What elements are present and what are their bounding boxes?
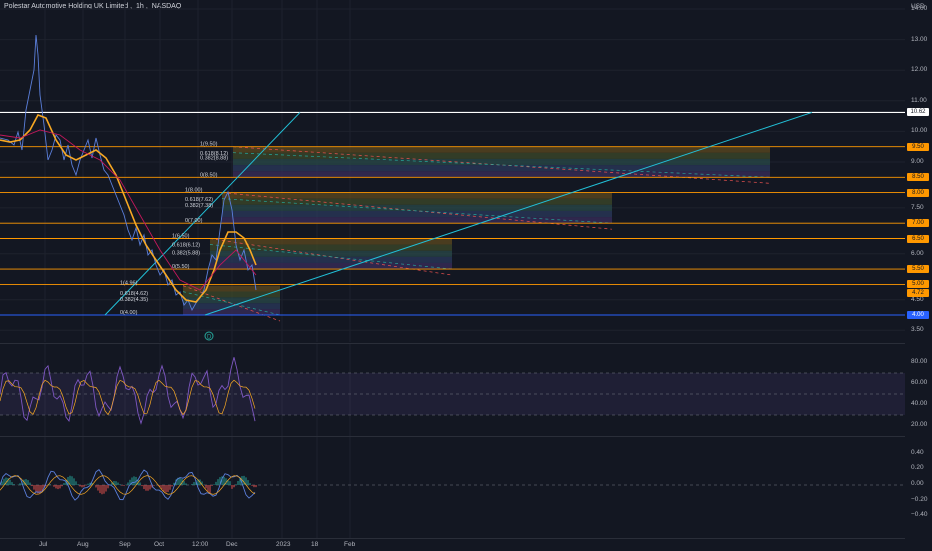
fib-label: 0.618(7.62) [185, 197, 213, 203]
price-level-tag: 8.00 [907, 188, 929, 197]
price-axis-label: 3.50 [911, 326, 924, 334]
rsi-axis-label: 80.00 [911, 357, 928, 365]
price-axis-label: 13.00 [911, 35, 928, 43]
fib-label: 0(5.50) [172, 264, 190, 270]
price-axis-label: 9.00 [911, 158, 924, 165]
fib-band [233, 158, 770, 166]
fib-label: 0(8.50) [200, 172, 218, 178]
rsi-chart[interactable] [0, 344, 905, 436]
price-level-tag: 8.50 [907, 173, 929, 182]
time-axis-label: Feb [344, 541, 356, 548]
fib-label: 1(4.96) [120, 281, 138, 287]
fib-band [222, 217, 612, 224]
price-chart[interactable]: 1(9.50)0.618(8.12)0.382(8.88)0(8.50)1(8.… [0, 0, 905, 342]
price-level-tag: 9.50 [907, 142, 929, 151]
time-axis-label: Aug [77, 541, 89, 548]
rsi-axis[interactable]: 80.00 60.00 40.00 20.00 [905, 343, 932, 435]
oscillator-pane[interactable] [0, 436, 905, 538]
event-marker-label: D [207, 335, 212, 341]
oscillator-axis-label: 0.00 [911, 480, 924, 487]
price-axis[interactable]: USD 14.0013.0012.0011.0010.009.008.007.5… [905, 0, 932, 342]
oscillator-axis-label: −0.20 [911, 495, 928, 503]
fib-label: 0.382(8.88) [200, 155, 228, 161]
fib-label: 0.382(5.88) [172, 250, 200, 256]
fib-band [222, 198, 612, 205]
fib-band [210, 244, 452, 251]
rsi-axis-label: 40.00 [911, 399, 928, 407]
time-axis-label: 2023 [276, 541, 291, 548]
event-marker: D [204, 331, 214, 341]
fib-label: 1(6.50) [172, 234, 190, 240]
fib-label: 0.382(4.35) [120, 297, 148, 303]
fib-band [210, 262, 452, 270]
oscillator-axis-label: 0.40 [911, 448, 924, 456]
time-axis-label: 12:00 [192, 541, 209, 548]
price-level-tag: 4.72 [907, 288, 929, 297]
moving-average [0, 114, 257, 303]
price-pane[interactable]: 1(9.50) 0.618(8.12) 0.382(8.88) 0(8.50) 1(8.… [0, 0, 905, 342]
rsi-pane[interactable] [0, 343, 905, 436]
price-level-tag: 7.00 [907, 219, 929, 228]
fib-band [210, 250, 452, 257]
price-level-tag: 5.00 [907, 280, 929, 289]
fib-label: 0(4.00) [120, 310, 138, 316]
price-axis-label: 11.00 [911, 96, 927, 104]
price-axis-label: 6.00 [911, 249, 924, 257]
time-axis-label: Jul [39, 541, 48, 548]
fib-label: 0.382(7.38) [185, 203, 213, 209]
price-level-tag: 4.00 [907, 311, 929, 319]
fib-band [233, 165, 770, 172]
price-axis-label: 7.50 [911, 203, 924, 211]
price-axis-label: 10.00 [911, 127, 928, 135]
rsi-axis-label: 20.00 [911, 420, 928, 428]
fib-label: 1(9.50) [200, 142, 218, 148]
price-level-tag: 6.50 [907, 234, 929, 243]
rsi-axis-label: 60.00 [911, 378, 928, 386]
time-axis-label: Dec [226, 541, 238, 548]
oscillator-axis-label: −0.40 [911, 511, 928, 519]
fib-band [222, 192, 612, 199]
fib-band [183, 309, 280, 315]
time-axis-label: Sep [119, 541, 131, 548]
fib-band [222, 210, 612, 218]
fib-label: 0.618(4.62) [120, 291, 148, 297]
fib-label: 1(8.00) [185, 188, 203, 194]
price-level-tag: 10.62 [907, 108, 929, 117]
fib-band [233, 171, 770, 178]
oscillator-chart[interactable] [0, 437, 905, 538]
time-axis[interactable]: Jul Aug Sep Oct 12:00 Dec 2023 18 Feb [0, 538, 905, 551]
fib-label: 0(7.00) [185, 218, 203, 224]
time-axis-label: Oct [154, 541, 165, 548]
oscillator-axis[interactable]: 0.40 0.20 0.00 −0.20 −0.40 [905, 436, 932, 537]
fib-band [222, 204, 612, 211]
price-axis-label: 14.00 [911, 5, 928, 12]
oscillator-axis-label: 0.20 [911, 464, 924, 472]
fib-label: 0.618(6.12) [172, 243, 200, 249]
price-axis-label: 12.00 [911, 66, 928, 74]
price-level-tag: 5.50 [907, 265, 929, 274]
time-axis-label: 18 [311, 541, 319, 548]
